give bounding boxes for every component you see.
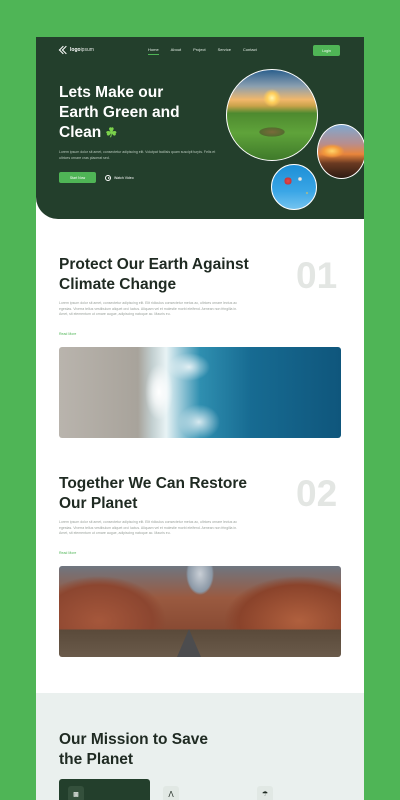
hero-section: logoipsum Home About Project Service Con… [36,37,364,219]
start-now-button[interactable]: Start Now [59,172,96,183]
section-1-number: 01 [296,255,338,296]
clover-icon: ☘ [105,125,118,140]
section-2-image-canyon [59,566,341,657]
hero-image-balloons [271,164,317,210]
nav-link-home[interactable]: Home [148,47,159,55]
logo-icon [59,46,67,53]
section-2-read-more[interactable]: Read More [59,551,76,555]
logo[interactable]: logoipsum [59,46,94,53]
nav-link-about[interactable]: About [171,47,181,52]
recycle-icon: Λ [163,786,179,800]
hero-image-sunset [317,124,364,179]
play-circle-icon [105,174,111,181]
section-1-title: Protect Our Earth Against Climate Change [59,256,249,293]
bus-icon: ▩ [68,786,84,800]
section-1-read-more[interactable]: Read More [59,332,76,336]
mission-section: Our Mission to Save the Planet ▩ Λ ☂ [36,693,364,800]
watch-video-label: Watch Video [114,175,134,180]
section-2-number: 02 [296,473,338,514]
navbar: logoipsum Home About Project Service Con… [36,37,364,63]
nav-link-service[interactable]: Service [218,47,231,52]
login-button[interactable]: Login [313,45,340,56]
hero-description: Lorem ipsum dolor sit amet, consectetur … [59,150,216,160]
section-1-description: Lorem ipsum dolor sit amet, consectetur … [59,301,238,316]
watch-video-link[interactable]: Watch Video [105,173,134,182]
tree-icon: ☂ [257,786,273,800]
logo-light: ipsum [80,46,94,53]
road-shape [177,629,201,657]
section-1-image-ocean [59,347,341,438]
nav-link-project[interactable]: Project [193,47,205,52]
hero-image-landscape [226,69,318,161]
page: logoipsum Home About Project Service Con… [36,37,364,800]
section-2-description: Lorem ipsum dolor sit amet, consectetur … [59,520,238,535]
hero-title: Lets Make our Earth Green and Clean ☘ [59,84,180,141]
nav-links: Home About Project Service Contact [148,47,257,55]
mission-title: Our Mission to Save the Planet [59,731,209,768]
nav-link-contact[interactable]: Contact [243,47,257,52]
logo-bold: logo [70,46,81,53]
section-2-title: Together We Can Restore Our Planet [59,475,248,512]
